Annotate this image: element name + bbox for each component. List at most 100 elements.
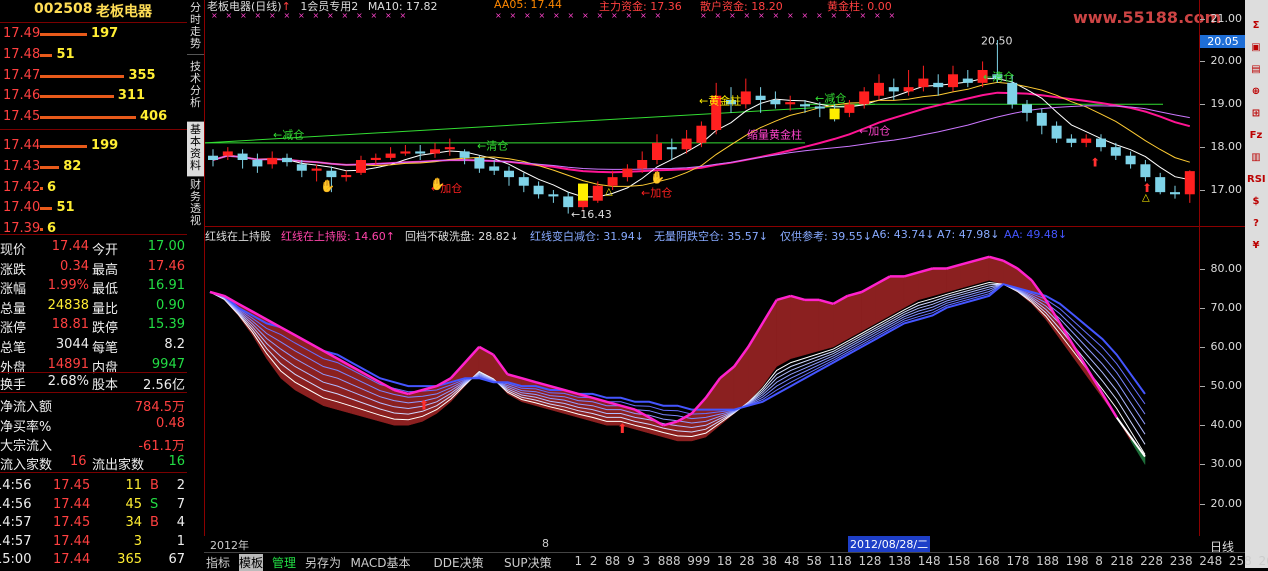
template-tab[interactable]: 238 (1170, 554, 1193, 568)
candlestick-chart[interactable]: ←减仓←清仓←加仓←加仓←黄金柱缩量黄金柱←减仓←加仓←清仓←16.4320.5… (205, 10, 1200, 220)
toolbar-button[interactable]: ⊞ (1247, 106, 1265, 122)
template-tab[interactable]: 999 (687, 554, 710, 568)
signal-marker: × (640, 11, 647, 20)
candle-body (948, 74, 958, 87)
template-tab[interactable]: 118 (829, 554, 852, 568)
toolbar-button[interactable]: $ (1247, 194, 1265, 210)
template-tab[interactable]: 158 (947, 554, 970, 568)
template-tab[interactable]: 198 (1066, 554, 1089, 568)
year-label: 2012年 (210, 537, 249, 553)
tab-financials[interactable]: 财务透视 (187, 177, 204, 227)
template-tab[interactable]: 168 (977, 554, 1000, 568)
price-tick-label: 17.00 (1211, 183, 1243, 196)
axis-tick (1200, 190, 1205, 191)
indicator-legend-item: 回档不破洗盘: 28.82↓ (405, 228, 519, 244)
signal-marker: × (845, 11, 852, 20)
toolbar-button[interactable]: ¥ (1247, 238, 1265, 254)
order-price: 17.42 (3, 180, 40, 195)
osc-tick-label: 70.00 (1211, 301, 1243, 314)
candle-body (770, 100, 780, 104)
template-tab[interactable]: 258 (1229, 554, 1252, 568)
candle-body (282, 158, 292, 162)
order-volume: 82 (63, 159, 81, 174)
template-tab[interactable]: 18 (717, 554, 732, 568)
template-tab[interactable]: MACD基本 (351, 554, 411, 571)
template-tab[interactable]: 28 (739, 554, 754, 568)
template-tab[interactable]: 248 (1199, 554, 1222, 568)
order-row: 17.4382 (0, 157, 187, 177)
quote-label: 换手 (0, 374, 26, 393)
tick-time: 14:57 (0, 534, 31, 549)
toolbar-button[interactable]: ⊕ (1247, 84, 1265, 100)
chart-area[interactable]: 老板电器(日线)↑ 1会员专用2 MA10: 17.82 AA05: 17.44… (204, 0, 1200, 536)
annotation-add: ←加仓 (859, 123, 890, 137)
quote-value: 0.90 (156, 298, 185, 313)
template-tab[interactable]: 9 (627, 554, 635, 568)
indicator-legend-item: 红线在上持股 (205, 228, 271, 244)
candle-body (889, 87, 899, 91)
toolbar-button[interactable]: ▥ (1247, 150, 1265, 166)
template-tab[interactable]: 128 (859, 554, 882, 568)
template-tab[interactable]: 2 (590, 554, 598, 568)
oscillator-chart[interactable]: ⬆⬆ (205, 245, 1200, 535)
toolbar-button[interactable]: ▣ (1247, 40, 1265, 56)
template-tab[interactable]: 188 (1036, 554, 1059, 568)
quote-label: 跌停 (92, 317, 118, 336)
template-tab[interactable]: 218 (1111, 554, 1134, 568)
toolbar-button[interactable]: RSI (1247, 172, 1265, 188)
template-tab[interactable]: 模板 (239, 554, 263, 571)
template-tab[interactable]: 38 (762, 554, 777, 568)
candle-body (548, 194, 558, 196)
template-tab[interactable]: SUP决策 (504, 554, 552, 571)
tab-intraday[interactable]: 分时走势 (187, 0, 204, 55)
template-tab[interactable]: 268 (1259, 554, 1268, 568)
warning-triangle-icon: △ (605, 186, 613, 197)
template-tab[interactable]: 148 (918, 554, 941, 568)
template-tab[interactable]: 88 (605, 554, 620, 568)
tick-count: 67 (168, 552, 185, 567)
toolbar-button[interactable]: Σ (1247, 18, 1265, 34)
template-tab[interactable]: 8 (1095, 554, 1103, 568)
template-tab[interactable]: 58 (807, 554, 822, 568)
order-volume-bar (40, 95, 114, 98)
template-tab[interactable]: 另存为 (305, 554, 341, 571)
candle-body (1140, 164, 1150, 177)
quote-row: 现价17.44今开17.00 (0, 237, 187, 257)
tab-fundamentals[interactable]: 基本资料 (187, 122, 204, 177)
template-tab[interactable]: 48 (784, 554, 799, 568)
order-volume: 197 (91, 26, 118, 41)
order-row: 17.45406 (0, 107, 187, 127)
template-tab[interactable]: 178 (1007, 554, 1030, 568)
signal-marker: × (744, 11, 751, 20)
signal-marker: × (597, 11, 604, 20)
order-row: 17.4851 (0, 45, 187, 65)
divider (0, 392, 187, 393)
hold-region (848, 292, 862, 339)
template-tab[interactable]: 138 (888, 554, 911, 568)
axis-tick (1200, 104, 1205, 105)
tick-volume: 3 (134, 534, 142, 549)
toolbar-button[interactable]: ▤ (1247, 62, 1265, 78)
candle-body (563, 196, 573, 207)
candle-body (400, 151, 410, 153)
candle-body (741, 91, 751, 104)
tab-technical[interactable]: 技术分析 (187, 57, 204, 122)
template-tab[interactable]: 1 (575, 554, 583, 568)
signal-marker: × (226, 11, 233, 20)
template-tab[interactable]: 888 (658, 554, 681, 568)
candle-body (415, 151, 425, 153)
template-tab[interactable]: DDE决策 (434, 554, 484, 571)
candle-body (756, 96, 766, 100)
osc-tick-label: 40.00 (1211, 418, 1243, 431)
template-tab[interactable]: 228 (1140, 554, 1163, 568)
template-tab[interactable]: 3 (643, 554, 651, 568)
template-tab[interactable]: 管理 (272, 554, 296, 571)
toolbar-button[interactable]: Fz (1247, 128, 1265, 144)
template-tab[interactable]: 指标 (206, 554, 230, 571)
quote-panel: 002508 老板电器 17.4919717.485117.4735517.46… (0, 0, 187, 568)
signal-marker: × (582, 11, 589, 20)
current-price-marker: 20.05 (1200, 35, 1246, 48)
buy-hand-icon: ✋ (320, 179, 335, 193)
toolbar-button[interactable]: ? (1247, 216, 1265, 232)
quote-label: 今开 (92, 239, 118, 258)
